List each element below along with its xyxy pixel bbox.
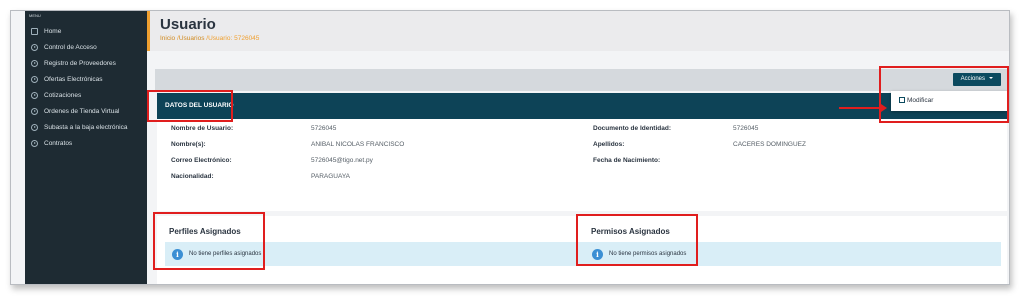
field-label-documento: Documento de Identidad:: [593, 125, 671, 132]
home-icon: [31, 27, 38, 35]
edit-icon: [899, 97, 905, 104]
field-value-nacionalidad: PARAGUAYA: [311, 173, 351, 180]
sidebar-item-label: Ofertas Electrónicas: [44, 75, 103, 83]
sidebar-item-subasta[interactable]: Subasta a la baja electrónica: [25, 119, 147, 135]
user-data-card: DATOS DEL USUARIO Nombre de Usuario: 572…: [157, 93, 1007, 211]
perfiles-message: No tiene perfiles asignados: [189, 251, 262, 257]
caret-down-icon: [989, 77, 993, 80]
assignments-card: Perfiles Asignados i No tiene perfiles a…: [157, 216, 1007, 284]
field-label-nombres: Nombre(s):: [171, 141, 206, 148]
perfiles-alert: i No tiene perfiles asignados: [165, 242, 585, 266]
sidebar-item-cotizaciones[interactable]: Cotizaciones: [25, 87, 147, 103]
breadcrumb-usuarios[interactable]: Usuarios: [179, 35, 205, 42]
sidebar-item-label: Ordenes de Tienda Virtual: [44, 107, 120, 115]
acciones-dropdown: Modificar: [891, 91, 1007, 111]
sidebar-item-ordenes[interactable]: Ordenes de Tienda Virtual: [25, 103, 147, 119]
field-label-nacionalidad: Nacionalidad:: [171, 173, 214, 180]
sidebar-item-contratos[interactable]: Contratos: [25, 135, 147, 151]
field-value-apellidos: CACERES DOMINGUEZ: [733, 141, 806, 148]
annotation-arrow: [839, 104, 887, 112]
field-value-documento: 5726045: [733, 125, 759, 132]
permisos-title: Permisos Asignados: [591, 227, 670, 236]
field-value-nombre-usuario: 5726045: [311, 125, 337, 132]
sidebar-item-label: Contratos: [44, 139, 73, 147]
sidebar-item-ofertas[interactable]: Ofertas Electrónicas: [25, 71, 147, 87]
page-header: Usuario Inicio /Usuarios /Usuario: 57260…: [147, 11, 1009, 51]
field-label-correo: Correo Electrónico:: [171, 157, 232, 164]
chevron-right-icon: [31, 75, 38, 83]
sidebar: MENU Home Control de Acceso Registro de …: [25, 11, 147, 284]
chevron-right-icon: [31, 91, 38, 99]
chevron-right-icon: [31, 123, 38, 131]
permisos-alert: i No tiene permisos asignados: [585, 242, 1001, 266]
field-label-apellidos: Apellidos:: [593, 141, 625, 148]
sidebar-header: MENU: [29, 13, 41, 18]
toolbar: Acciones: [155, 69, 1009, 91]
field-value-nombres: ANIBAL NICOLAS FRANCISCO: [311, 141, 405, 148]
sidebar-item-label: Subasta a la baja electrónica: [44, 123, 128, 131]
dropdown-item-modificar[interactable]: Modificar: [899, 97, 999, 104]
sidebar-item-label: Registro de Proveedores: [44, 59, 116, 67]
user-info-grid: Nombre de Usuario: 5726045 Nombre(s): AN…: [157, 119, 1007, 211]
acciones-button[interactable]: Acciones: [952, 73, 1001, 86]
acciones-label: Acciones: [960, 76, 985, 82]
chevron-right-icon: [31, 43, 38, 51]
permisos-message: No tiene permisos asignados: [609, 251, 687, 257]
sidebar-item-control-acceso[interactable]: Control de Acceso: [25, 39, 147, 55]
info-icon: i: [172, 248, 183, 260]
sidebar-item-label: Home: [44, 27, 62, 35]
main-content: Usuario Inicio /Usuarios /Usuario: 57260…: [147, 11, 1009, 284]
field-label-nombre-usuario: Nombre de Usuario:: [171, 125, 234, 132]
app-window: MENU Home Control de Acceso Registro de …: [10, 10, 1010, 285]
chevron-right-icon: [31, 139, 38, 147]
breadcrumb-inicio[interactable]: Inicio: [160, 35, 175, 42]
dropdown-item-label: Modificar: [907, 97, 934, 104]
info-icon: i: [592, 248, 603, 260]
chevron-right-icon: [31, 107, 38, 115]
sidebar-item-label: Cotizaciones: [44, 91, 82, 99]
user-data-header: DATOS DEL USUARIO: [157, 93, 1007, 119]
field-value-correo: 5726045@tigo.net.py: [311, 157, 373, 164]
field-label-fecha-nacimiento: Fecha de Nacimiento:: [593, 157, 661, 164]
chevron-right-icon: [31, 59, 38, 67]
sidebar-item-label: Control de Acceso: [44, 43, 97, 51]
breadcrumb-current: Usuario: 5726045: [208, 35, 260, 42]
page-title: Usuario: [160, 16, 216, 33]
sidebar-item-home[interactable]: Home: [25, 23, 147, 39]
sidebar-item-registro-proveedores[interactable]: Registro de Proveedores: [25, 55, 147, 71]
perfiles-title: Perfiles Asignados: [169, 227, 241, 236]
breadcrumb: Inicio /Usuarios /Usuario: 5726045: [160, 35, 999, 42]
